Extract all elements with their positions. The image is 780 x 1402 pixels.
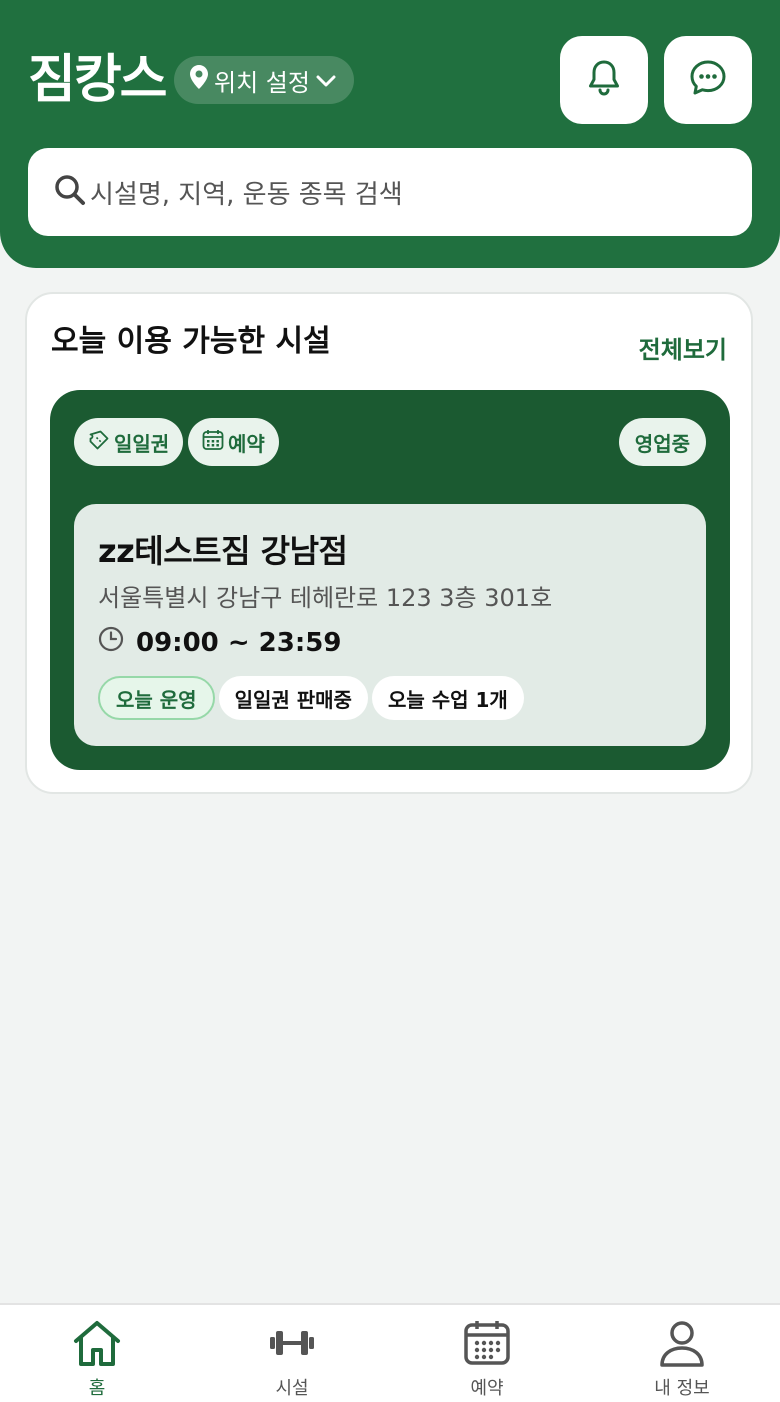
day-pass-label: 일일권: [114, 431, 170, 456]
facility-name: zz테스트짐 강남점: [98, 532, 348, 570]
app-title: 짐캉스: [28, 50, 168, 110]
home-icon: [72, 1319, 122, 1372]
nav-my-info-label: 내 정보: [654, 1378, 710, 1399]
search-icon: [54, 174, 86, 210]
open-status-badge: 영업중: [618, 418, 706, 466]
calendar-icon: [202, 429, 224, 456]
see-all-link[interactable]: 전체보기: [639, 330, 727, 365]
bell-icon: [586, 59, 622, 101]
chat-bubble-icon: [689, 59, 727, 101]
facility-tags: 오늘 운영 일일권 판매중 오늘 수업 1개: [98, 676, 524, 720]
nav-facilities[interactable]: 시설: [242, 1319, 342, 1400]
notification-button[interactable]: [560, 36, 648, 124]
facility-address: 서울특별시 강남구 테헤란로 123 3층 301호: [98, 584, 553, 612]
calendar-icon: [462, 1319, 512, 1372]
hours-text: 09:00 ~ 23:59: [136, 627, 342, 658]
search-placeholder: 시설명, 지역, 운동 종목 검색: [90, 179, 403, 210]
search-input[interactable]: 시설명, 지역, 운동 종목 검색: [28, 148, 752, 236]
chevron-down-icon: [316, 66, 336, 94]
bottom-navigation: 홈 시설 예약 내 정보: [0, 1303, 780, 1402]
reservation-label: 예약: [228, 431, 265, 456]
facility-hours: 09:00 ~ 23:59: [98, 626, 341, 659]
clock-icon: [98, 626, 124, 659]
tag-today-class-count: 오늘 수업 1개: [371, 676, 524, 720]
location-setting-button[interactable]: 위치 설정: [174, 56, 354, 104]
reservation-badge: 예약: [188, 418, 279, 466]
day-pass-badge: 일일권: [74, 418, 184, 466]
nav-reservations-label: 예약: [470, 1378, 504, 1399]
nav-reservations[interactable]: 예약: [437, 1319, 537, 1400]
today-facilities-section: 오늘 이용 가능한 시설 전체보기 일일권 예약 영업중 zz테스트짐 강남점 …: [25, 292, 753, 794]
ticket-icon: [88, 429, 110, 456]
map-pin-icon: [190, 65, 208, 95]
user-icon: [657, 1319, 707, 1372]
facility-card[interactable]: 일일권 예약 영업중 zz테스트짐 강남점 서울특별시 강남구 테헤란로 123…: [50, 390, 730, 770]
message-button[interactable]: [664, 36, 752, 124]
tag-today-open: 오늘 운영: [98, 676, 215, 720]
tag-day-pass-on-sale: 일일권 판매중: [218, 676, 368, 720]
nav-home[interactable]: 홈: [47, 1319, 147, 1400]
section-title: 오늘 이용 가능한 시설: [51, 324, 331, 359]
app-header: 짐캉스 위치 설정 시설명, 지역, 운동 종목 검색: [0, 0, 780, 268]
location-setting-label: 위치 설정: [214, 68, 310, 97]
nav-my-info[interactable]: 내 정보: [632, 1319, 732, 1400]
nav-facilities-label: 시설: [275, 1378, 309, 1399]
dumbbell-icon: [267, 1319, 317, 1372]
nav-home-label: 홈: [88, 1378, 106, 1399]
facility-info-panel: zz테스트짐 강남점 서울특별시 강남구 테헤란로 123 3층 301호 09…: [74, 504, 706, 746]
